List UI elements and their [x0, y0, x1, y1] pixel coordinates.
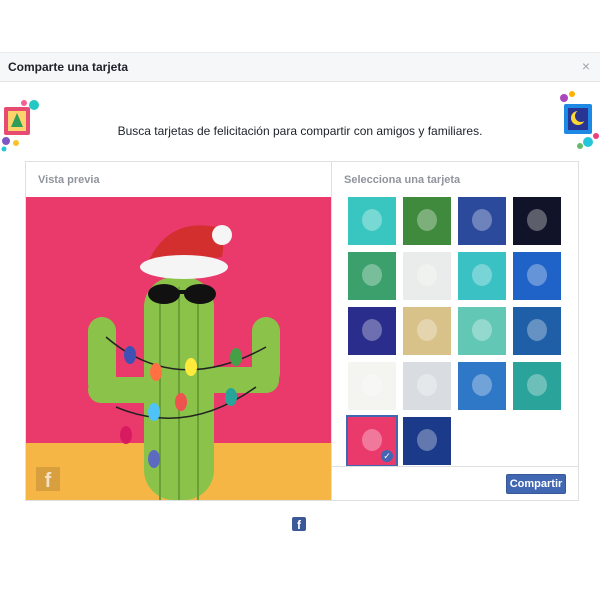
card-thumbnail-paper-stars[interactable] — [513, 307, 561, 355]
card-motif — [417, 429, 437, 451]
card-motif — [417, 264, 437, 286]
card-thumbnail-snow-globe[interactable] — [458, 307, 506, 355]
ornament-right-decoration — [560, 91, 599, 149]
card-motif — [362, 264, 382, 286]
card-thumbnail-santa[interactable] — [348, 362, 396, 410]
card-preview-image: f — [26, 197, 331, 500]
select-card-label: Selecciona una tarjeta — [344, 174, 461, 186]
card-motif — [417, 374, 437, 396]
card-thumbnail-candles[interactable] — [458, 252, 506, 300]
card-thumbnail-van[interactable] — [348, 252, 396, 300]
share-button[interactable]: Compartir — [506, 474, 566, 494]
card-thumbnail-birds[interactable] — [403, 197, 451, 245]
card-thumbnail-angel[interactable] — [403, 362, 451, 410]
card-motif — [362, 429, 382, 451]
panel-footer-divider — [332, 466, 579, 467]
card-thumbnail-latte-art[interactable] — [348, 197, 396, 245]
card-thumbnail-fireworks[interactable] — [513, 197, 561, 245]
card-thumbnail-pattern[interactable] — [403, 307, 451, 355]
card-panel: Vista previa Selecciona una tarjeta f ✓ … — [25, 161, 579, 501]
card-thumbnail-snowman[interactable] — [403, 252, 451, 300]
card-motif — [417, 209, 437, 231]
card-thumbnail-tree-ornaments[interactable] — [513, 252, 561, 300]
dialog-header: Comparte una tarjeta × — [0, 52, 600, 82]
preview-label: Vista previa — [38, 174, 100, 186]
card-motif — [527, 209, 547, 231]
card-grid: ✓ — [346, 197, 568, 467]
card-thumbnail-christmas-tree[interactable] — [513, 362, 561, 410]
card-motif — [527, 264, 547, 286]
card-motif — [362, 374, 382, 396]
card-motif — [527, 374, 547, 396]
card-motif — [472, 319, 492, 341]
close-icon[interactable]: × — [582, 58, 590, 74]
card-motif — [472, 374, 492, 396]
selected-check-icon: ✓ — [381, 450, 393, 462]
card-thumbnail-rooftops[interactable] — [458, 362, 506, 410]
card-thumbnail-moon-night[interactable] — [458, 197, 506, 245]
card-motif — [362, 209, 382, 231]
intro-text: Busca tarjetas de felicitación para comp… — [117, 124, 483, 138]
facebook-logo-icon: f — [292, 517, 306, 531]
card-motif — [472, 209, 492, 231]
card-thumbnail-sparkler[interactable] — [348, 307, 396, 355]
card-motif — [362, 319, 382, 341]
card-motif — [527, 319, 547, 341]
card-motif — [472, 264, 492, 286]
panel-divider — [331, 162, 332, 500]
card-thumbnail-cactus[interactable]: ✓ — [346, 415, 398, 467]
cactus-illustration — [26, 197, 331, 500]
card-thumbnail-forest[interactable] — [403, 417, 451, 465]
card-motif — [417, 319, 437, 341]
facebook-watermark-icon: f — [36, 467, 60, 492]
dialog-title: Comparte una tarjeta — [8, 60, 129, 74]
